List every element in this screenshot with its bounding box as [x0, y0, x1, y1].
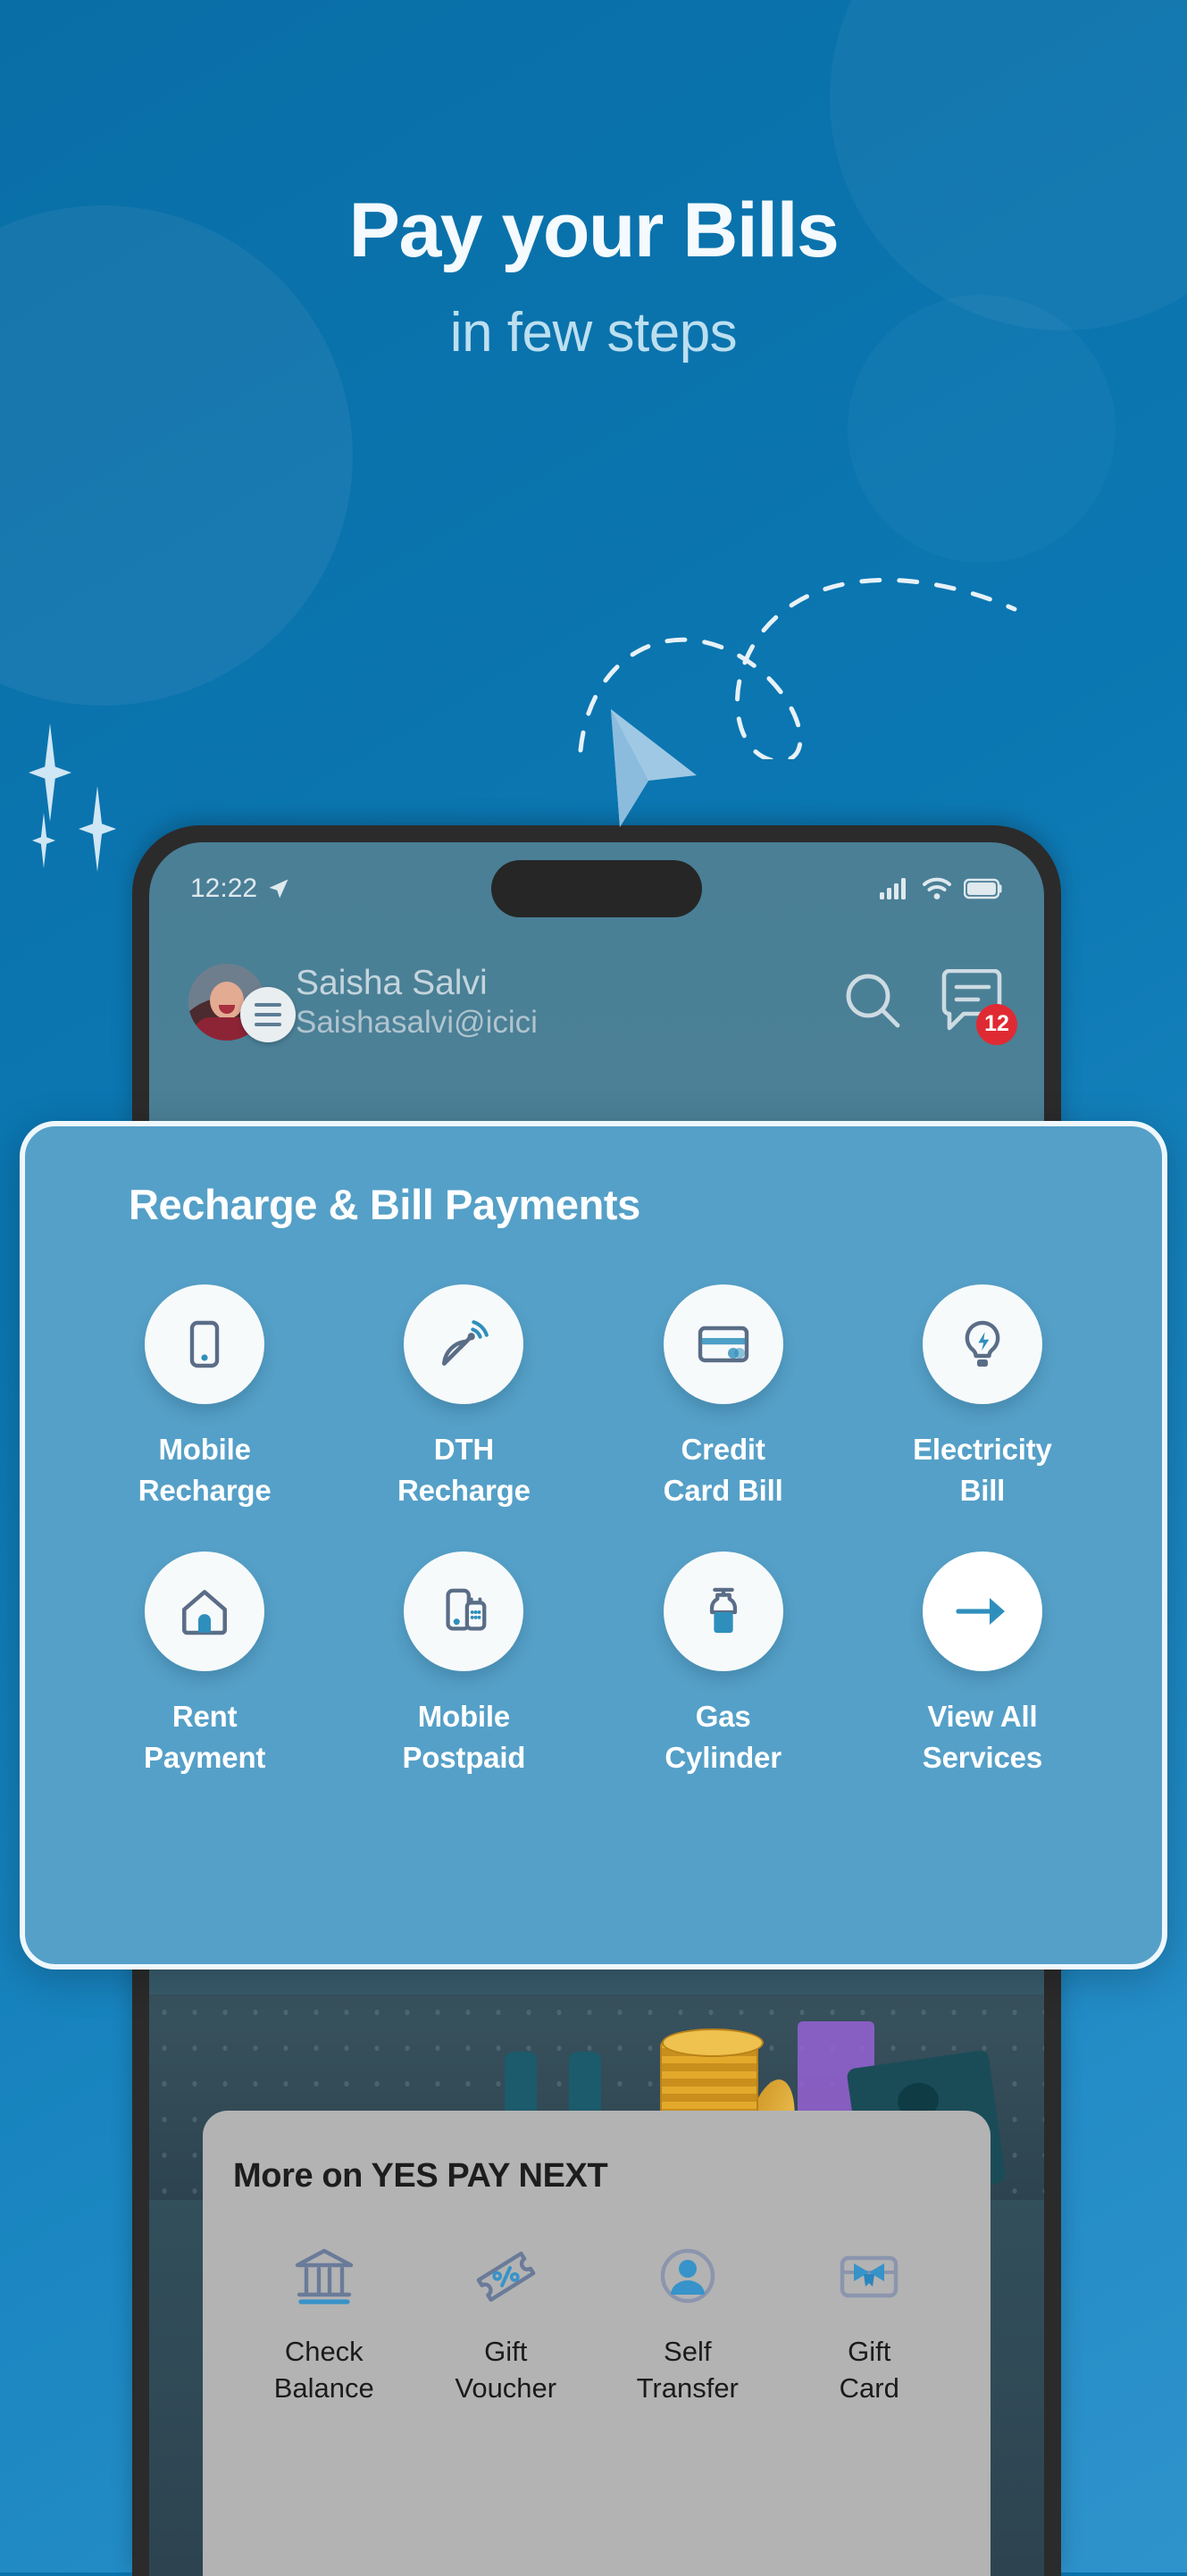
arrow-right-icon: [956, 1598, 1005, 1626]
services-grid: Mobile Recharge DTH Recharge Credit Card…: [75, 1284, 1112, 1777]
service-label: Gas Cylinder: [665, 1696, 782, 1777]
gift-card-icon: [840, 2255, 899, 2298]
service-icon-circle: [145, 1284, 265, 1404]
more-item-label-line2: Transfer: [636, 2372, 739, 2405]
service-label-line1: View All: [927, 1700, 1038, 1734]
service-dth-recharge[interactable]: DTH Recharge: [334, 1284, 593, 1510]
service-label: View All Services: [923, 1696, 1042, 1777]
credit-card-icon: [698, 1326, 748, 1363]
more-item-gift-card[interactable]: Gift Card: [779, 2242, 961, 2406]
hero-subheadline: in few steps: [449, 301, 738, 364]
more-item-label-line2: Balance: [273, 2372, 374, 2405]
service-icon-circle: [404, 1284, 524, 1404]
service-icon-circle: [663, 1551, 783, 1672]
satellite-dish-icon: [442, 1320, 489, 1366]
more-item-label: Gift Voucher: [455, 2333, 556, 2406]
user-info: Saisha Salvi Saishasalvi@icici: [296, 962, 807, 1042]
service-mobile-recharge[interactable]: Mobile Recharge: [75, 1284, 334, 1510]
service-label-line2: Recharge: [397, 1473, 531, 1507]
service-label-line2: Postpaid: [402, 1740, 526, 1774]
service-label-line1: Gas: [695, 1700, 751, 1734]
service-label-line2: Bill: [959, 1473, 1006, 1507]
user-handle: Saishasalvi@icici: [296, 1005, 538, 1041]
search-icon: [846, 974, 900, 1027]
service-rent-payment[interactable]: Rent Payment: [75, 1551, 334, 1777]
service-icon-circle: [663, 1284, 783, 1404]
hero-section: Pay your Bills in few steps: [0, 188, 1187, 364]
service-label-line2: Payment: [144, 1740, 266, 1774]
person-circle-icon: [660, 2248, 715, 2304]
chat-button[interactable]: 12: [939, 968, 1017, 1045]
more-item-label: Self Transfer: [637, 2333, 739, 2406]
more-items-grid: Check Balance Gift Voucher Self Transfer…: [233, 2242, 960, 2406]
service-label: Credit Card Bill: [664, 1429, 783, 1510]
mobile-phone-icon: [189, 1320, 220, 1368]
service-label: Mobile Recharge: [138, 1429, 272, 1510]
paper-plane-icon: [611, 709, 697, 827]
more-item-label: Gift Card: [840, 2333, 899, 2406]
more-item-label-line2: Card: [839, 2372, 899, 2405]
recharge-bill-payments-card: Recharge & Bill Payments Mobile Recharge: [20, 1121, 1167, 1970]
service-label-line2: Cylinder: [665, 1740, 782, 1774]
lightbulb-icon: [965, 1320, 1000, 1367]
user-name: Saisha Salvi: [296, 963, 488, 1002]
percent-ticket-icon: [476, 2251, 536, 2302]
service-label-line1: Mobile: [158, 1433, 251, 1466]
bank-icon: [295, 2248, 353, 2304]
service-gas-cylinder[interactable]: Gas Cylinder: [594, 1551, 853, 1777]
service-label-line1: Mobile: [417, 1700, 511, 1734]
service-label-line1: DTH: [433, 1433, 494, 1466]
more-item-label-line1: Self: [664, 2336, 712, 2367]
service-label-line2: Card Bill: [663, 1473, 783, 1507]
house-icon: [182, 1590, 228, 1635]
battery-icon: [964, 878, 1002, 899]
service-electricity-bill[interactable]: Electricity Bill: [853, 1284, 1112, 1510]
location-arrow-icon: [269, 879, 288, 899]
service-label-line2: Recharge: [138, 1473, 272, 1507]
service-mobile-postpaid[interactable]: Mobile Postpaid: [334, 1551, 593, 1777]
service-icon-circle: [404, 1551, 524, 1672]
wifi-icon: [923, 877, 951, 899]
service-label: Electricity Bill: [913, 1429, 1052, 1510]
service-credit-card-bill[interactable]: Credit Card Bill: [594, 1284, 853, 1510]
search-button[interactable]: [842, 970, 903, 1035]
service-icon-circle: [145, 1551, 265, 1672]
status-time: 12:22: [190, 874, 258, 903]
service-label-line2: Services: [922, 1740, 1042, 1774]
hero-headline: Pay your Bills: [348, 188, 840, 273]
more-panel-title: More on YES PAY NEXT: [233, 2157, 608, 2195]
more-item-label-line1: Gift: [484, 2336, 528, 2367]
more-panel: More on YES PAY NEXT Check Balance Gift …: [203, 2111, 991, 2576]
service-label: DTH Recharge: [397, 1429, 531, 1510]
more-item-label-line1: Check: [284, 2336, 364, 2367]
more-item-check-balance[interactable]: Check Balance: [233, 2242, 415, 2406]
more-item-label: Check Balance: [274, 2333, 374, 2406]
app-header: Saisha Salvi Saishasalvi@icici 12: [149, 935, 1044, 1069]
service-label-line1: Credit: [681, 1433, 765, 1466]
cellular-signal-icon: [880, 878, 906, 899]
phone-notch: [491, 860, 702, 917]
hamburger-menu-icon[interactable]: [240, 987, 296, 1042]
service-label: Mobile Postpaid: [403, 1696, 526, 1777]
service-label-line1: Electricity: [913, 1433, 1052, 1466]
more-item-label-line2: Voucher: [455, 2372, 557, 2405]
two-phones-icon: [446, 1588, 487, 1631]
more-item-label-line1: Gift: [848, 2336, 891, 2367]
gas-cylinder-icon: [709, 1587, 737, 1634]
service-icon-circle: [922, 1551, 1042, 1672]
more-item-gift-voucher[interactable]: Gift Voucher: [415, 2242, 598, 2406]
service-label-line1: Rent: [171, 1700, 238, 1734]
service-label: Rent Payment: [144, 1696, 265, 1777]
card-title: Recharge & Bill Payments: [129, 1181, 640, 1228]
service-icon-circle: [922, 1284, 1042, 1404]
more-item-self-transfer[interactable]: Self Transfer: [597, 2242, 779, 2406]
chat-badge: 12: [976, 1003, 1017, 1045]
service-view-all-services[interactable]: View All Services: [853, 1551, 1112, 1777]
